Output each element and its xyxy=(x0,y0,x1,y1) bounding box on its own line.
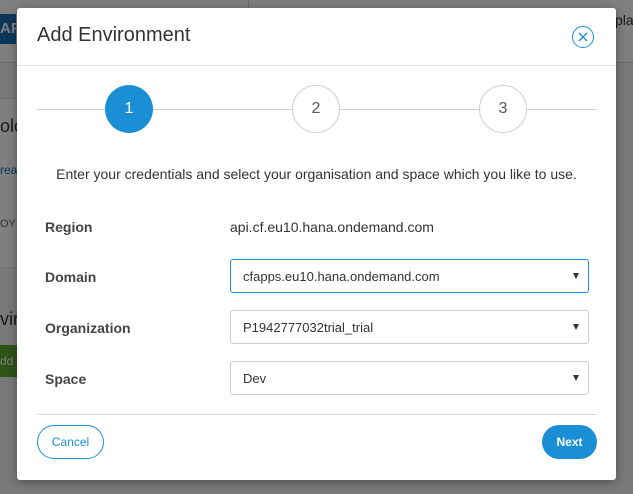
chevron-down-icon xyxy=(573,273,579,279)
space-select-value: Dev xyxy=(243,371,267,386)
add-environment-dialog: Add Environment 1 2 3 Enter your credent… xyxy=(17,8,616,480)
organization-select[interactable]: P1942777032trial_trial xyxy=(230,310,589,344)
domain-label: Domain xyxy=(45,269,97,285)
space-label: Space xyxy=(45,371,87,387)
domain-select[interactable]: cfapps.eu10.hana.ondemand.com xyxy=(230,259,589,293)
space-select[interactable]: Dev xyxy=(230,361,589,395)
step-3[interactable]: 3 xyxy=(479,85,527,133)
next-button[interactable]: Next xyxy=(542,425,597,459)
organization-label: Organization xyxy=(45,320,131,336)
organization-select-value: P1942777032trial_trial xyxy=(243,320,374,335)
title-divider xyxy=(17,65,616,66)
step-2[interactable]: 2 xyxy=(292,85,340,133)
chevron-down-icon xyxy=(573,324,579,330)
instruction-text: Enter your credentials and select your o… xyxy=(56,166,577,182)
close-button[interactable] xyxy=(572,26,594,48)
chevron-down-icon xyxy=(573,375,579,381)
close-icon xyxy=(578,32,588,42)
cancel-button[interactable]: Cancel xyxy=(37,425,104,459)
region-value: api.cf.eu10.hana.ondemand.com xyxy=(230,219,434,235)
region-label: Region xyxy=(45,219,93,235)
domain-select-value: cfapps.eu10.hana.ondemand.com xyxy=(243,269,440,284)
footer-divider xyxy=(37,414,597,415)
dialog-title: Add Environment xyxy=(37,24,191,46)
step-1[interactable]: 1 xyxy=(105,85,153,133)
